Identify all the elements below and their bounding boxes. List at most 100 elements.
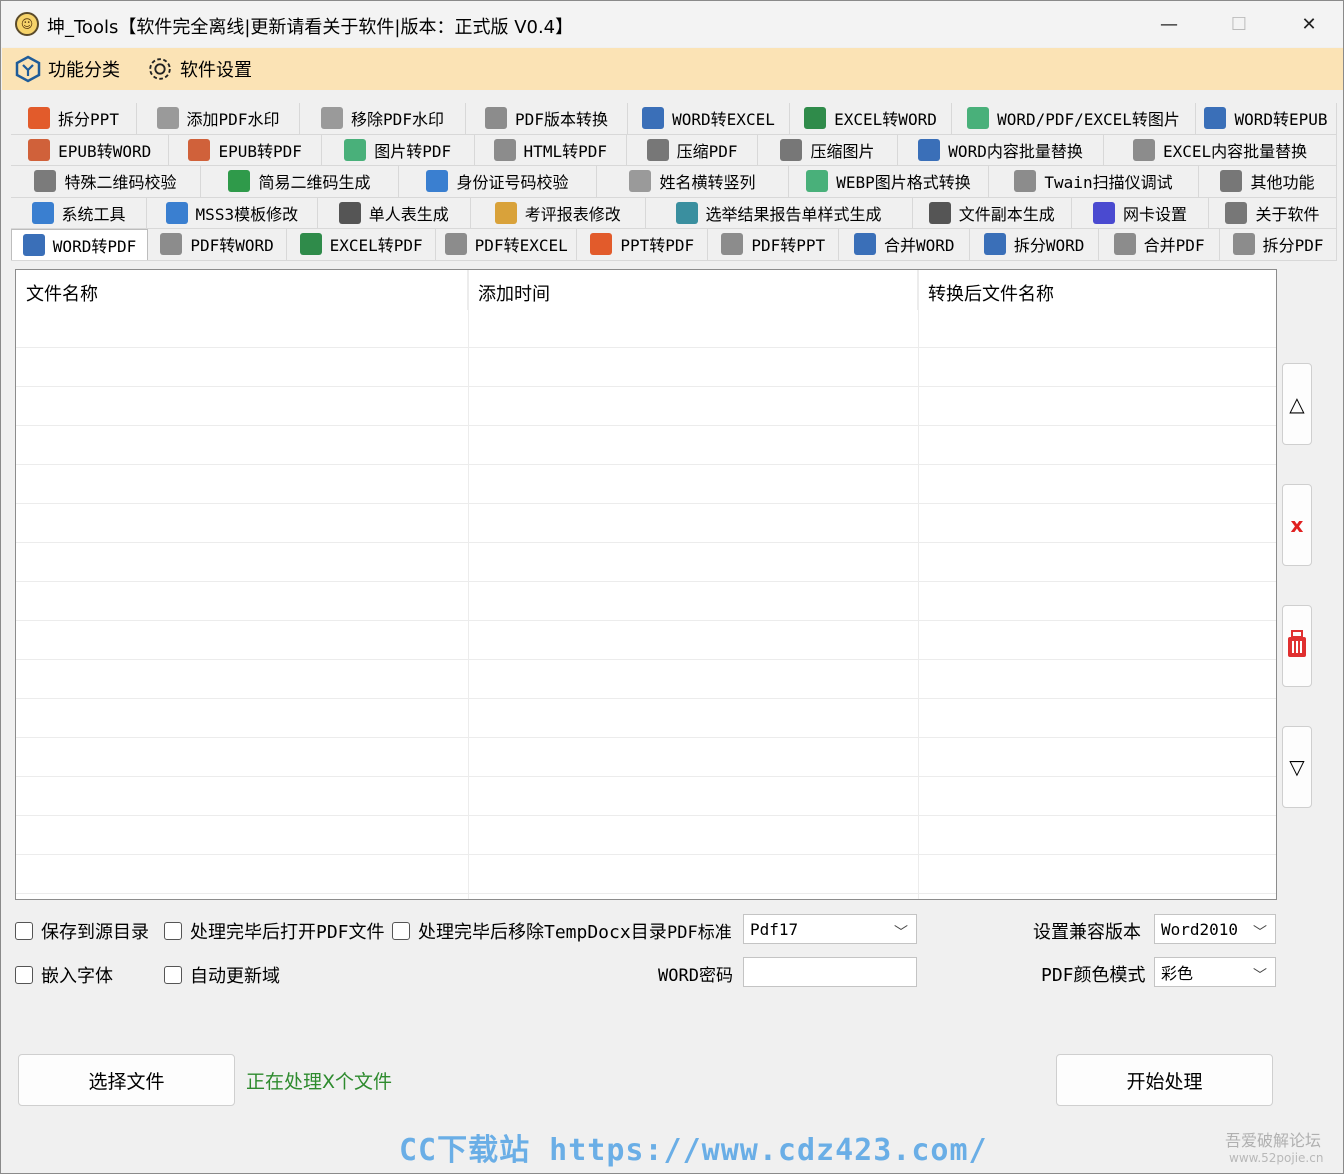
tab-label: 特殊二维码校验 <box>64 173 177 193</box>
pdf-icon <box>493 138 516 161</box>
select-file-button[interactable]: 选择文件 <box>18 1054 235 1106</box>
open-after-checkbox[interactable]: 处理完毕后打开PDF文件 <box>164 918 385 944</box>
tab-watermark-0-2[interactable]: 移除PDF水印 <box>300 103 466 134</box>
compat-version-label: 设置兼容版本 <box>1033 922 1141 943</box>
tab-report-3-3[interactable]: 考评报表修改 <box>470 197 646 228</box>
move-up-button[interactable]: △ <box>1282 363 1312 445</box>
tab-word-4-7[interactable]: 拆分WORD <box>970 229 1100 260</box>
chevron-down-icon: ﹀ <box>1253 968 1267 984</box>
tab-pdf-1-3[interactable]: HTML转PDF <box>474 134 628 165</box>
compat-version-select[interactable]: Word2010 ﹀ <box>1154 914 1276 944</box>
tab-gear-3-0[interactable]: 系统工具 <box>11 197 148 228</box>
tab-excel-0-5[interactable]: EXCEL转WORD <box>790 103 952 134</box>
color-mode-select[interactable]: 彩色 ﹀ <box>1154 957 1276 987</box>
tab-file-copy-3-5[interactable]: 文件副本生成 <box>912 197 1072 228</box>
tab-pdf-4-3[interactable]: PDF转EXCEL <box>436 229 578 260</box>
menu-settings[interactable]: 软件设置 <box>146 55 252 83</box>
column-header-added-time[interactable]: 添加时间 <box>468 270 918 310</box>
tab-label: 合并WORD <box>883 236 955 256</box>
column-header-filename[interactable]: 文件名称 <box>16 270 468 310</box>
tab-label: 文件副本生成 <box>958 204 1055 224</box>
checkbox-box[interactable] <box>164 922 182 940</box>
tab-word-1-6[interactable]: WORD内容批量替换 <box>897 134 1105 165</box>
compress-icon <box>646 138 669 161</box>
tab-more-2-6[interactable]: 其他功能 <box>1199 166 1337 197</box>
tab-label: 关于软件 <box>1255 204 1320 224</box>
tab-pdf-4-9[interactable]: 拆分PDF <box>1220 229 1337 260</box>
minimize-button[interactable]: — <box>1151 9 1187 39</box>
tab-label: 移除PDF水印 <box>351 110 444 130</box>
menu-category[interactable]: 功能分类 <box>14 55 120 83</box>
pdf-standard-value: Pdf17 <box>750 919 799 939</box>
tab-ppt-4-4[interactable]: PPT转PDF <box>577 229 709 260</box>
tab-name-list-2-3[interactable]: 姓名横转竖列 <box>597 166 789 197</box>
tab-epub-1-0[interactable]: EPUB转WORD <box>11 134 170 165</box>
tab-label: 单人表生成 <box>368 204 449 224</box>
grid-row-line <box>16 854 1276 855</box>
pdf-icon <box>1113 233 1136 256</box>
tab-pdf-0-3[interactable]: PDF版本转换 <box>466 103 628 134</box>
word-password-input[interactable] <box>743 957 917 987</box>
grid-row-line <box>16 737 1276 738</box>
tab-label: 图片转PDF <box>374 141 452 161</box>
tab-notebook-3-4[interactable]: 选举结果报告单样式生成 <box>645 197 913 228</box>
tab-qr-2-1[interactable]: 简易二维码生成 <box>201 166 399 197</box>
tab-word-0-7[interactable]: WORD转EPUB <box>1196 103 1337 134</box>
tab-image-2-4[interactable]: WEBP图片格式转换 <box>789 166 989 197</box>
tab-qr-2-0[interactable]: 特殊二维码校验 <box>11 166 201 197</box>
tab-id-card-2-2[interactable]: 身份证号码校验 <box>399 166 597 197</box>
column-header-output-name[interactable]: 转换后文件名称 <box>918 270 1276 310</box>
excel-icon <box>1133 138 1156 161</box>
maximize-button[interactable]: ☐ <box>1221 9 1257 39</box>
word-icon <box>918 138 941 161</box>
tab-excel-1-7[interactable]: EXCEL内容批量替换 <box>1104 134 1337 165</box>
save-to-source-checkbox[interactable]: 保存到源目录 <box>15 918 149 944</box>
tab-watermark-0-1[interactable]: 添加PDF水印 <box>137 103 300 134</box>
tab-label: 简易二维码生成 <box>258 173 371 193</box>
tab-word-4-0[interactable]: WORD转PDF <box>11 229 149 260</box>
checkbox-box[interactable] <box>392 922 410 940</box>
tab-pdf-4-1[interactable]: PDF转WORD <box>148 229 288 260</box>
color-mode-label: PDF颜色模式 <box>1041 965 1146 986</box>
tab-document-3-2[interactable]: 单人表生成 <box>317 197 471 228</box>
close-button[interactable]: ✕ <box>1291 9 1327 39</box>
tab-scanner-2-5[interactable]: Twain扫描仪调试 <box>989 166 1199 197</box>
move-down-button[interactable]: ▽ <box>1282 726 1312 808</box>
tab-word-4-6[interactable]: 合并WORD <box>839 229 971 260</box>
tab-row: 系统工具 MSS3模板修改 单人表生成 考评报表修改 选举结果报告单样式生成 文件副本生成… <box>11 197 1337 229</box>
gear-icon <box>146 55 174 83</box>
color-mode-value: 彩色 <box>1161 964 1194 983</box>
tab-pdf-4-8[interactable]: 合并PDF <box>1099 229 1221 260</box>
delete-item-button[interactable]: x <box>1282 484 1312 566</box>
tab-pdf-4-5[interactable]: PDF转PPT <box>708 229 840 260</box>
tab-gear-3-1[interactable]: MSS3模板修改 <box>147 197 318 228</box>
remove-temp-checkbox[interactable]: 处理完毕后移除TempDocx目录 <box>392 918 667 944</box>
clear-list-button[interactable] <box>1282 605 1312 687</box>
tab-excel-4-2[interactable]: EXCEL转PDF <box>287 229 437 260</box>
tab-compress-1-4[interactable]: 压缩PDF <box>627 134 759 165</box>
tab-row: 特殊二维码校验 简易二维码生成 身份证号码校验 姓名横转竖列 WEBP图片格式转换 Twa… <box>11 166 1337 198</box>
checkbox-box[interactable] <box>15 966 33 984</box>
tab-ppt-0-0[interactable]: 拆分PPT <box>11 103 137 134</box>
tab-epub-1-1[interactable]: EPUB转PDF <box>169 134 322 165</box>
tab-word-0-4[interactable]: WORD转EXCEL <box>628 103 790 134</box>
tab-image-0-6[interactable]: WORD/PDF/EXCEL转图片 <box>952 103 1196 134</box>
pdf-standard-select[interactable]: Pdf17 ﹀ <box>743 914 917 944</box>
menu-bar: 功能分类 软件设置 <box>2 48 1343 90</box>
tab-network-3-6[interactable]: 网卡设置 <box>1071 197 1209 228</box>
tab-compress-1-5[interactable]: 压缩图片 <box>758 134 898 165</box>
app-logo-icon: ☺ <box>15 12 39 36</box>
grid-row-line <box>16 659 1276 660</box>
grid-row-line <box>16 815 1276 816</box>
start-processing-button[interactable]: 开始处理 <box>1056 1054 1273 1106</box>
report-icon <box>494 201 517 224</box>
auto-update-checkbox[interactable]: 自动更新域 <box>164 962 280 988</box>
tab-row: WORD转PDF PDF转WORD EXCEL转PDF PDF转EXCEL PPT转PD… <box>11 229 1337 261</box>
tab-info-3-7[interactable]: 关于软件 <box>1209 197 1337 228</box>
epub-icon <box>188 138 211 161</box>
tab-image-1-2[interactable]: 图片转PDF <box>321 134 475 165</box>
checkbox-box[interactable] <box>15 922 33 940</box>
checkbox-box[interactable] <box>164 966 182 984</box>
tab-label: 压缩PDF <box>676 141 738 161</box>
embed-fonts-checkbox[interactable]: 嵌入字体 <box>15 962 113 988</box>
